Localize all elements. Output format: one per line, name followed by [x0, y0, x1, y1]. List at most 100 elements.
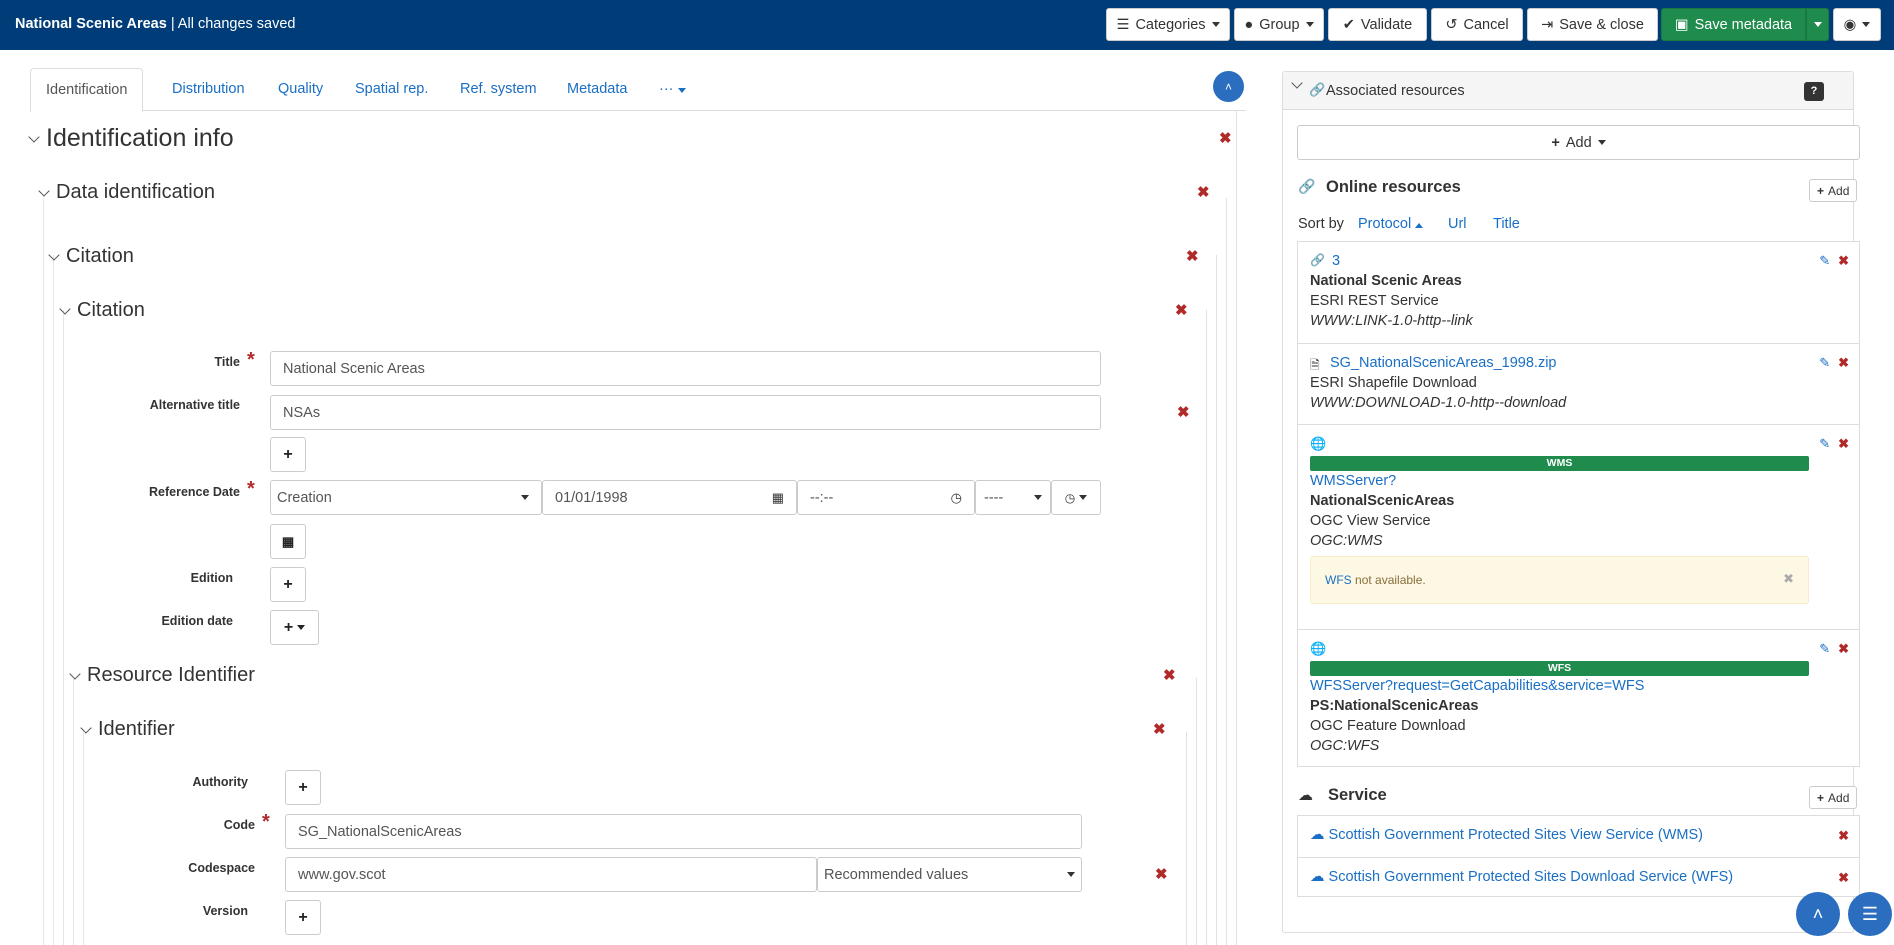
- save-metadata-button[interactable]: ▣ Save metadata: [1661, 8, 1806, 41]
- code-input[interactable]: SG_NationalScenicAreas: [285, 814, 1082, 849]
- remove-icon[interactable]: ✖: [1838, 641, 1849, 657]
- section-border: [73, 678, 74, 945]
- add-alternative-title-button[interactable]: +: [270, 437, 306, 472]
- remove-icon[interactable]: ✖: [1163, 668, 1176, 683]
- section-border: [1186, 732, 1187, 945]
- add-edition-date-button[interactable]: +: [270, 610, 319, 645]
- identifier-header[interactable]: Identifier: [80, 718, 175, 741]
- close-icon[interactable]: ✖: [1783, 571, 1794, 587]
- tab-more[interactable]: ···: [644, 68, 701, 111]
- service-title: Service: [1328, 786, 1387, 804]
- alternative-title-input[interactable]: NSAs: [270, 395, 1101, 430]
- tab-ref-system[interactable]: Ref. system: [445, 68, 552, 111]
- tab-quality[interactable]: Quality: [263, 68, 338, 111]
- list-item: 🔗 3 National Scenic Areas ESRI REST Serv…: [1310, 253, 1849, 329]
- codespace-input[interactable]: www.gov.scot: [285, 857, 817, 892]
- resource-link[interactable]: SG_NationalScenicAreas_1998.zip: [1330, 355, 1557, 371]
- collapse-all-button[interactable]: ˄: [1213, 71, 1244, 102]
- add-authority-button[interactable]: +: [285, 770, 321, 805]
- save-close-button[interactable]: ⇥ Save & close: [1527, 8, 1658, 41]
- tags-icon: ☰: [1116, 16, 1130, 33]
- plus-icon: +: [1551, 134, 1560, 151]
- categories-button[interactable]: ☰ Categories: [1106, 8, 1230, 41]
- remove-icon[interactable]: ✖: [1177, 405, 1190, 420]
- chevron-down-icon: [677, 88, 686, 93]
- tab-metadata[interactable]: Metadata: [552, 68, 642, 111]
- remove-icon[interactable]: ✖: [1838, 253, 1849, 269]
- remove-icon[interactable]: ✖: [1153, 722, 1166, 737]
- online-resources-title: Online resources: [1326, 178, 1461, 196]
- citation-inner-header[interactable]: Citation: [59, 299, 145, 322]
- clock-icon: ◷: [1064, 490, 1076, 505]
- chevron-down-icon: [1211, 22, 1220, 27]
- resource-link[interactable]: 3: [1332, 253, 1340, 269]
- validate-button[interactable]: ✔ Validate: [1328, 8, 1427, 41]
- codespace-recommended-select[interactable]: Recommended values: [817, 857, 1082, 892]
- menu-button[interactable]: ☰: [1848, 892, 1892, 936]
- globe-icon: 🌐: [1310, 436, 1327, 451]
- remove-icon[interactable]: ✖: [1838, 355, 1849, 371]
- add-edition-button[interactable]: +: [270, 567, 306, 602]
- identification-info-header[interactable]: Identification info: [28, 124, 234, 153]
- data-identification-header[interactable]: Data identification: [38, 181, 215, 204]
- chevron-down-icon: [69, 667, 81, 680]
- chevron-down-icon: [48, 248, 60, 261]
- alternative-title-label: Alternative title: [149, 398, 240, 412]
- remove-icon[interactable]: ✖: [1838, 828, 1849, 844]
- remove-icon[interactable]: ✖: [1838, 870, 1849, 886]
- remove-icon[interactable]: ✖: [1175, 303, 1188, 318]
- edit-icon[interactable]: ✎: [1819, 436, 1830, 452]
- service-link[interactable]: ☁ Scottish Government Protected Sites Do…: [1310, 869, 1733, 885]
- service-link[interactable]: ☁ Scottish Government Protected Sites Vi…: [1310, 827, 1703, 843]
- edit-icon[interactable]: ✎: [1819, 641, 1830, 657]
- remove-icon[interactable]: ✖: [1838, 436, 1849, 452]
- resource-link[interactable]: WFSServer?request=GetCapabilities&servic…: [1310, 678, 1644, 694]
- add-version-button[interactable]: +: [285, 900, 321, 935]
- remove-icon[interactable]: ✖: [1155, 867, 1168, 882]
- date-input[interactable]: 01/01/1998 ▦: [542, 480, 797, 515]
- add-resource-button[interactable]: + Add: [1297, 125, 1860, 160]
- app-title: National Scenic Areas | All changes save…: [15, 16, 296, 32]
- chevron-down-icon[interactable]: [1291, 77, 1303, 89]
- reference-date-label: Reference Date: [148, 485, 240, 499]
- plus-icon: +: [283, 618, 294, 636]
- plus-icon: +: [1817, 183, 1825, 198]
- sort-protocol[interactable]: Protocol: [1358, 216, 1424, 232]
- help-icon[interactable]: ?: [1804, 82, 1824, 101]
- warning-alert: WFS not available. ✖: [1310, 556, 1809, 604]
- add-online-resource-button[interactable]: + Add: [1809, 179, 1858, 202]
- group-button[interactable]: ● Group: [1234, 8, 1324, 41]
- chevron-down-icon: [1067, 872, 1075, 877]
- remove-icon[interactable]: ✖: [1197, 185, 1210, 200]
- date-type-select[interactable]: Creation: [270, 480, 542, 515]
- save-status: | All changes saved: [170, 16, 296, 32]
- add-service-button[interactable]: + Add: [1809, 786, 1858, 809]
- tab-spatial-rep[interactable]: Spatial rep.: [340, 68, 443, 111]
- edit-icon[interactable]: ✎: [1819, 355, 1830, 371]
- add-date-button[interactable]: ▦: [270, 524, 306, 559]
- cancel-button[interactable]: ↺ Cancel: [1431, 8, 1523, 41]
- sort-url[interactable]: Url: [1448, 216, 1467, 232]
- scroll-top-button[interactable]: ˄: [1796, 892, 1840, 936]
- list-item: ☁ Scottish Government Protected Sites Vi…: [1298, 816, 1859, 857]
- chevron-down-icon: [1862, 22, 1871, 27]
- time-input[interactable]: --:-- ◷: [797, 480, 975, 515]
- resource-link[interactable]: WMSServer?: [1310, 473, 1396, 489]
- timezone-select[interactable]: ----: [975, 480, 1051, 515]
- plus-icon: +: [283, 575, 293, 593]
- remove-icon[interactable]: ✖: [1186, 249, 1199, 264]
- save-options-dropdown[interactable]: [1806, 8, 1829, 41]
- sort-title[interactable]: Title: [1493, 216, 1520, 232]
- view-mode-button[interactable]: ◉: [1833, 8, 1881, 41]
- title-input[interactable]: National Scenic Areas: [270, 351, 1101, 386]
- chevron-up-icon: ˄: [1812, 903, 1824, 924]
- tab-identification[interactable]: Identification: [30, 68, 144, 112]
- tab-distribution[interactable]: Distribution: [157, 68, 260, 111]
- citation-outer-header[interactable]: Citation: [48, 245, 134, 268]
- link-icon: 🔗: [1309, 82, 1326, 97]
- date-mode-dropdown[interactable]: ◷: [1051, 480, 1101, 515]
- remove-icon[interactable]: ✖: [1219, 131, 1232, 146]
- resource-identifier-header[interactable]: Resource Identifier: [69, 664, 255, 687]
- edit-icon[interactable]: ✎: [1819, 253, 1830, 269]
- code-label: Code: [223, 818, 255, 832]
